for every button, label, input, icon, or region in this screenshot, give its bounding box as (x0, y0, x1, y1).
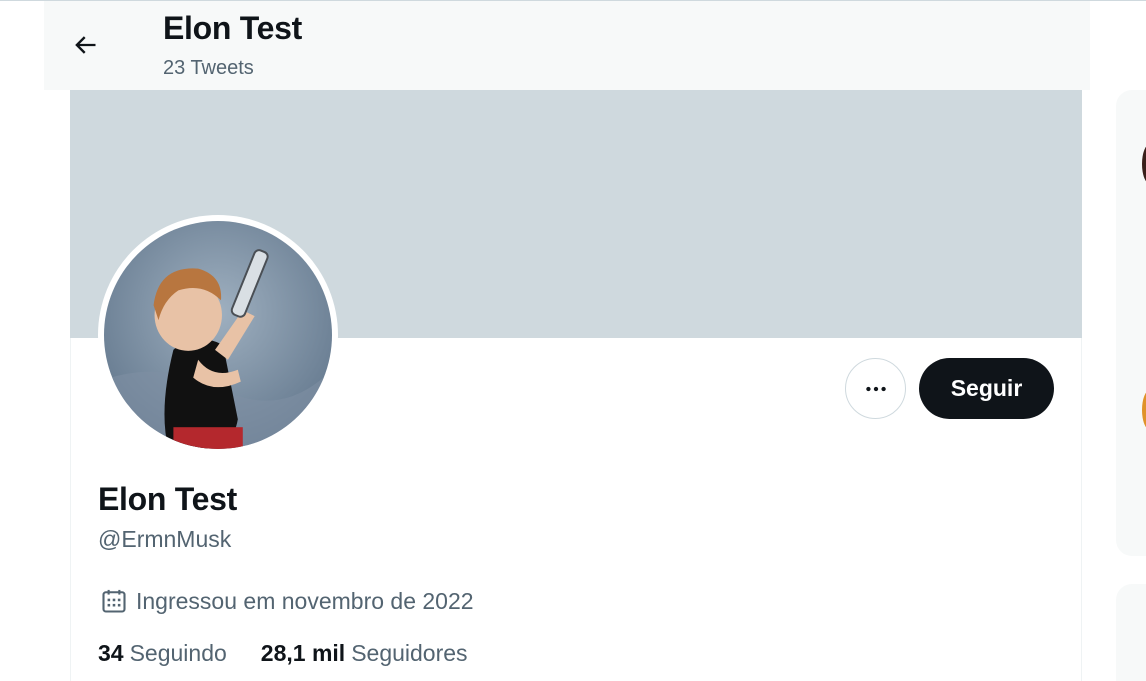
sidebar-card-bottom (1116, 584, 1146, 681)
joined-date: Ingressou em novembro de 2022 (100, 587, 474, 615)
follow-stats: 34 Seguindo 28,1 mil Seguidores (98, 640, 502, 667)
sidebar-avatar[interactable] (1142, 390, 1146, 430)
header-tweet-count: 23 Tweets (163, 57, 254, 79)
avatar[interactable] (98, 215, 338, 455)
arrow-left-icon (75, 36, 96, 54)
sidebar-avatar[interactable] (1142, 144, 1146, 184)
avatar-photo (104, 221, 332, 449)
calendar-icon (102, 589, 126, 613)
following-label: Seguindo (129, 640, 227, 666)
follow-button[interactable]: Seguir (919, 358, 1054, 419)
profile-name: Elon Test (98, 481, 237, 517)
profile-handle: @ErmnMusk (98, 526, 232, 552)
following-link[interactable]: 34 Seguindo (98, 640, 227, 667)
more-options-button[interactable] (845, 358, 906, 419)
joined-label: Ingressou em novembro de 2022 (136, 587, 474, 614)
followers-label: Seguidores (351, 640, 468, 666)
more-horizontal-icon (865, 386, 886, 391)
followers-link[interactable]: 28,1 mil Seguidores (261, 640, 468, 667)
sidebar-card-top (1116, 90, 1146, 556)
header-title: Elon Test (163, 10, 302, 46)
following-count: 34 (98, 640, 124, 666)
followers-count: 28,1 mil (260, 640, 346, 666)
back-button[interactable] (60, 22, 110, 68)
